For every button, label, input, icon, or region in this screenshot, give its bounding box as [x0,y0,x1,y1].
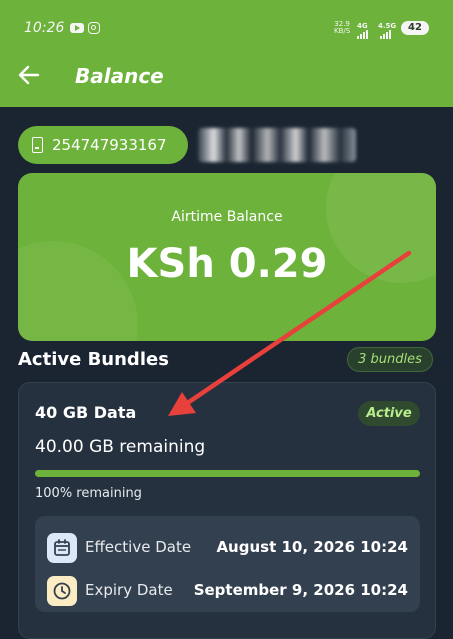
effective-date-row: Effective Date August 10, 2026 10:24 [35,529,420,569]
bundle-remaining: 40.00 GB remaining [35,437,206,457]
bundle-count-badge: 3 bundles [347,347,433,372]
effective-date-value: August 10, 2026 10:24 [216,538,408,556]
bundle-card[interactable]: 40 GB Data Active 40.00 GB remaining 100… [18,382,436,639]
phone-number: 254747933167 [52,136,167,154]
progress-bar-fill [35,470,420,477]
youtube-icon [70,23,84,33]
expiry-date-label: Expiry Date [85,581,173,599]
app-header: 10:26 32.9 KB/S 4G 4.5G 42 Balance [0,0,453,107]
bundle-dates: Effective Date August 10, 2026 10:24 Exp… [35,516,420,612]
expiry-date-value: September 9, 2026 10:24 [193,581,408,599]
signal-bars-1-icon [357,29,368,39]
page-title: Balance [75,64,164,88]
status-bar: 10:26 32.9 KB/S 4G 4.5G 42 [0,0,453,44]
effective-date-label: Effective Date [85,538,192,556]
status-time: 10:26 [24,20,65,36]
status-badge: Active [358,401,420,426]
clock-icon [47,576,77,606]
airtime-value: KSh 0.29 [126,241,328,287]
section-title-active-bundles: Active Bundles [18,349,169,370]
airtime-label: Airtime Balance [171,209,283,225]
phone-icon [32,137,43,153]
bundle-name: 40 GB Data [35,403,137,422]
redacted-name [198,128,356,162]
airtime-balance-card: Airtime Balance KSh 0.29 [18,173,436,341]
expiry-date-row: Expiry Date September 9, 2026 10:24 [35,572,420,612]
back-arrow-icon[interactable] [18,64,40,86]
percent-remaining: 100% remaining [35,486,142,501]
signal-bars-2-icon [380,29,391,39]
phone-number-pill[interactable]: 254747933167 [18,126,188,164]
calendar-icon [47,533,77,563]
battery-indicator: 42 [401,21,429,35]
progress-bar [35,470,420,477]
instagram-icon [88,22,100,34]
network-speed: 32.9 KB/S [334,20,351,35]
